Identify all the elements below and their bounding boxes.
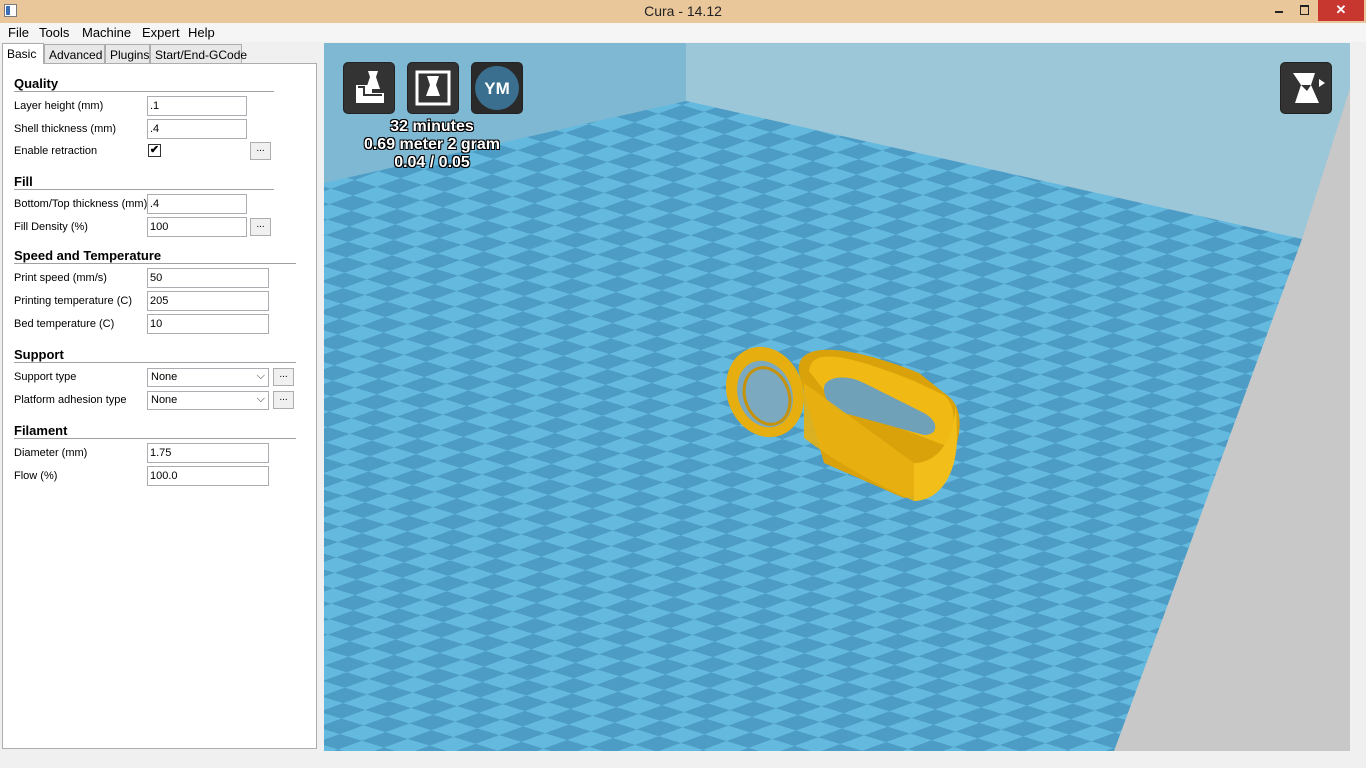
menu-tools[interactable]: Tools — [39, 25, 69, 40]
section-quality-title: Quality — [14, 76, 59, 91]
youmagine-logo-icon: YM — [475, 66, 519, 110]
3d-viewport[interactable]: YM 32 minutes 0.69 meter 2 gram 0.04 / 0… — [324, 43, 1350, 751]
section-divider — [14, 189, 274, 190]
diameter-input[interactable] — [147, 443, 269, 463]
fill-more-button[interactable]: ... — [250, 218, 271, 236]
shell-thickness-label: Shell thickness (mm) — [14, 123, 117, 135]
section-support-title: Support — [14, 347, 64, 362]
section-fill-title: Fill — [14, 174, 33, 189]
diameter-label: Diameter (mm) — [14, 447, 88, 459]
bed-temperature-input[interactable] — [147, 314, 269, 334]
section-divider — [14, 438, 296, 439]
minimize-button[interactable] — [1266, 0, 1292, 21]
chevron-down-icon: ⌵ — [256, 370, 265, 382]
maximize-button[interactable] — [1292, 0, 1318, 21]
print-speed-input[interactable] — [147, 268, 269, 288]
close-button[interactable]: ✕ — [1318, 0, 1364, 21]
window-title: Cura - 14.12 — [644, 3, 722, 19]
enable-retraction-label: Enable retraction — [14, 145, 98, 157]
adhesion-more-button[interactable]: ... — [273, 391, 294, 409]
youmagine-button[interactable]: YM — [471, 62, 523, 114]
flow-label: Flow (%) — [14, 470, 58, 482]
support-type-value: None — [151, 371, 178, 383]
support-type-select[interactable]: None ⌵ — [147, 368, 269, 387]
chevron-down-icon: ⌵ — [256, 393, 265, 405]
menu-bar: File Tools Machine Expert Help — [0, 23, 1366, 42]
menu-expert[interactable]: Expert — [142, 25, 180, 40]
section-divider — [14, 91, 274, 92]
view-mode-button[interactable] — [1280, 62, 1332, 114]
printing-temperature-input[interactable] — [147, 291, 269, 311]
retraction-more-button[interactable]: ... — [250, 142, 271, 160]
load-model-icon — [356, 71, 384, 103]
platform-adhesion-select[interactable]: None ⌵ — [147, 391, 269, 410]
bottom-top-thickness-input[interactable] — [147, 194, 247, 214]
bottom-top-thickness-label: Bottom/Top thickness (mm) — [14, 198, 148, 210]
cost-text: 0.04 / 0.05 — [394, 154, 470, 171]
title-bar: Cura - 14.12 ✕ — [0, 0, 1366, 24]
menu-help[interactable]: Help — [188, 25, 215, 40]
load-model-button[interactable] — [343, 62, 395, 114]
print-button[interactable] — [407, 62, 459, 114]
support-more-button[interactable]: ... — [273, 368, 294, 386]
fill-density-label: Fill Density (%) — [14, 221, 88, 233]
shell-thickness-input[interactable] — [147, 119, 247, 139]
fill-density-input[interactable] — [147, 217, 247, 237]
print-time-text: 32 minutes — [390, 118, 474, 135]
taskbar-strip — [0, 752, 1366, 768]
layer-height-label: Layer height (mm) — [14, 100, 104, 112]
section-divider — [14, 362, 296, 363]
bed-temperature-label: Bed temperature (C) — [14, 318, 115, 330]
platform-adhesion-value: None — [151, 394, 178, 406]
settings-panel: Quality Layer height (mm) Shell thicknes… — [2, 63, 317, 749]
material-usage-text: 0.69 meter 2 gram — [363, 136, 501, 153]
enable-retraction-checkbox[interactable]: ✔ — [148, 144, 161, 157]
print-icon — [415, 70, 451, 106]
view-mode-icon — [1293, 73, 1325, 103]
tab-advanced[interactable]: Advanced — [44, 44, 105, 63]
section-speed-title: Speed and Temperature — [14, 248, 162, 263]
printing-temperature-label: Printing temperature (C) — [14, 295, 132, 307]
menu-file[interactable]: File — [8, 25, 29, 40]
svg-text:YM: YM — [484, 79, 510, 98]
tab-start-end-gcode[interactable]: Start/End-GCode — [150, 44, 247, 63]
section-filament-title: Filament — [14, 423, 68, 438]
support-type-label: Support type — [14, 371, 77, 383]
tab-basic[interactable]: Basic — [2, 43, 44, 64]
flow-input[interactable] — [147, 466, 269, 486]
tab-plugins[interactable]: Plugins — [105, 44, 150, 63]
print-speed-label: Print speed (mm/s) — [14, 272, 107, 284]
layer-height-input[interactable] — [147, 96, 247, 116]
menu-machine[interactable]: Machine — [82, 25, 131, 40]
platform-adhesion-label: Platform adhesion type — [14, 394, 127, 406]
section-divider — [14, 263, 296, 264]
